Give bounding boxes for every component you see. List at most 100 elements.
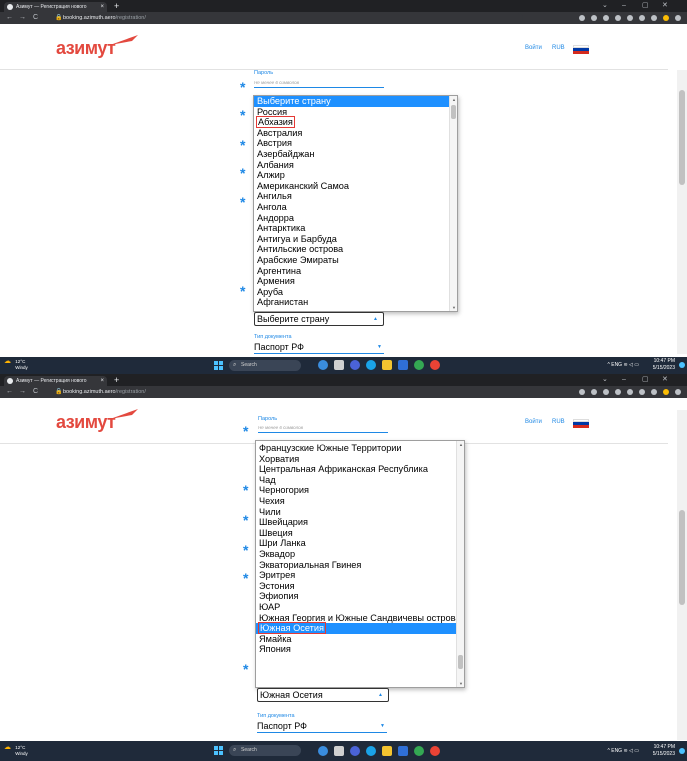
scroll-down-icon[interactable]: ▼ [458,681,464,686]
share-icon[interactable] [591,15,597,21]
password-input[interactable]: Не менее 6 символов [254,78,384,88]
country-option[interactable]: Швейцария [256,517,464,528]
tab-list-icon[interactable]: ⌄ [602,374,608,386]
country-option[interactable]: Хорватия [256,454,464,465]
back-button[interactable]: ← [6,12,13,24]
menu-icon[interactable] [675,15,681,21]
country-option[interactable]: Южная Осетия [256,622,464,635]
clock[interactable]: 10:47 PM 5/15/2023 [653,744,675,758]
folder-icon[interactable] [382,360,392,370]
country-select[interactable]: Южная Осетия ▲ [257,688,389,702]
country-option[interactable]: Выберите страну [254,96,457,107]
reading-list-icon[interactable] [639,15,645,21]
chrome-icon[interactable] [430,746,440,756]
country-option[interactable]: Япония [256,644,464,655]
tab-close-icon[interactable]: × [100,376,104,386]
country-option[interactable]: Эстония [256,581,464,592]
country-option[interactable]: Эквадор [256,549,464,560]
country-option[interactable]: Чили [256,507,464,518]
country-option[interactable]: Ангилья [254,191,457,202]
country-option[interactable]: Эфиопия [256,591,464,602]
country-dropdown-list[interactable]: Выберите страну Россия Абхазия Австралия Авс… [253,95,458,312]
country-option[interactable]: Чад [256,475,464,486]
site-logo[interactable]: азимут [56,412,116,433]
country-option[interactable]: Аргентина [254,266,457,277]
chrome-icon[interactable] [430,360,440,370]
page-scrollbar-thumb[interactable] [679,90,685,185]
clock[interactable]: 10:47 PM 5/15/2023 [653,358,675,372]
google-icon[interactable] [579,389,585,395]
password-input[interactable]: Не менее 6 символов [258,423,388,433]
taskbar-search[interactable]: ⌕ Search [229,745,301,756]
russian-flag-icon[interactable] [573,419,589,428]
folder-icon[interactable] [382,746,392,756]
profile-avatar[interactable] [663,15,669,21]
country-option[interactable]: Афганистан [254,297,457,308]
country-option[interactable]: Чехия [256,496,464,507]
browser-tab[interactable]: Азимут — Регистрация нового × [4,376,107,386]
scroll-down-icon[interactable]: ▼ [451,305,457,310]
star-icon[interactable] [603,389,609,395]
shield-icon[interactable] [615,15,621,21]
country-option[interactable]: Американский Самоа [254,181,457,192]
dropdown-scrollbar[interactable]: ▲ ▼ [449,96,457,311]
country-option[interactable]: Южная Георгия и Южные Сандвичевы острова [256,613,464,624]
address-bar[interactable]: 🔒 booking.azimuth.aero/registration/ [53,13,523,23]
country-option[interactable]: Арабские Эмираты [254,255,457,266]
maximize-button[interactable]: ▢ [642,0,649,12]
doc-type-select[interactable]: Паспорт РФ ▼ [254,341,384,354]
google-icon[interactable] [579,15,585,21]
country-option[interactable]: Антигуа и Барбуда [254,234,457,245]
chat-icon[interactable] [350,360,360,370]
close-window-button[interactable]: ✕ [662,374,668,386]
country-option[interactable]: Армения [254,276,457,287]
windows-start-icon[interactable] [214,361,223,370]
file-icon[interactable] [334,360,344,370]
country-option[interactable]: Центральная Африканская Республика [256,464,464,475]
share-icon[interactable] [591,389,597,395]
shield-icon[interactable] [615,389,621,395]
minimize-button[interactable]: – [622,374,626,386]
store-icon[interactable] [398,746,408,756]
notification-icon[interactable] [679,748,685,754]
profile-avatar[interactable] [663,389,669,395]
site-logo[interactable]: азимут [56,38,116,59]
dropdown-scrollbar-thumb[interactable] [458,655,463,669]
country-option[interactable]: Антильские острова [254,244,457,255]
address-bar[interactable]: 🔒 booking.azimuth.aero/registration/ [53,387,523,397]
country-option[interactable]: Россия [254,107,457,118]
country-option[interactable]: Австрия [254,138,457,149]
country-option[interactable]: Черногория [256,485,464,496]
puzzle-icon[interactable] [627,15,633,21]
new-tab-button[interactable]: + [114,375,119,385]
country-option[interactable]: Швеция [256,528,464,539]
country-option[interactable]: Экваториальная Гвинея [256,560,464,571]
page-scrollbar-thumb[interactable] [679,510,685,605]
store-icon[interactable] [398,360,408,370]
chat-icon[interactable] [350,746,360,756]
country-option[interactable]: Алжир [254,170,457,181]
country-dropdown-list[interactable]: Французские Южные Территории Хорватия Цент… [255,440,465,688]
app-icon[interactable] [414,360,424,370]
country-option[interactable]: Азербайджан [254,149,457,160]
menu-icon[interactable] [675,389,681,395]
tab-close-icon[interactable]: × [100,2,104,12]
forward-button[interactable]: → [19,12,26,24]
edge-icon[interactable] [366,360,376,370]
new-tab-button[interactable]: + [114,1,119,11]
sidepanel-icon[interactable] [651,15,657,21]
country-option[interactable]: Ямайка [256,634,464,645]
forward-button[interactable]: → [19,386,26,398]
country-option[interactable]: Андорра [254,213,457,224]
weather-widget[interactable]: ☁ 12°C Windy [4,744,28,757]
minimize-button[interactable]: – [622,0,626,12]
page-scrollbar[interactable] [677,410,687,740]
close-window-button[interactable]: ✕ [662,0,668,12]
country-option[interactable]: Антарктика [254,223,457,234]
scroll-up-icon[interactable]: ▲ [451,97,457,102]
windows-start-icon[interactable] [214,746,223,755]
country-select[interactable]: Выберите страну ▲ [254,312,384,326]
file-icon[interactable] [334,746,344,756]
country-option[interactable]: Эритрея [256,570,464,581]
puzzle-icon[interactable] [627,389,633,395]
